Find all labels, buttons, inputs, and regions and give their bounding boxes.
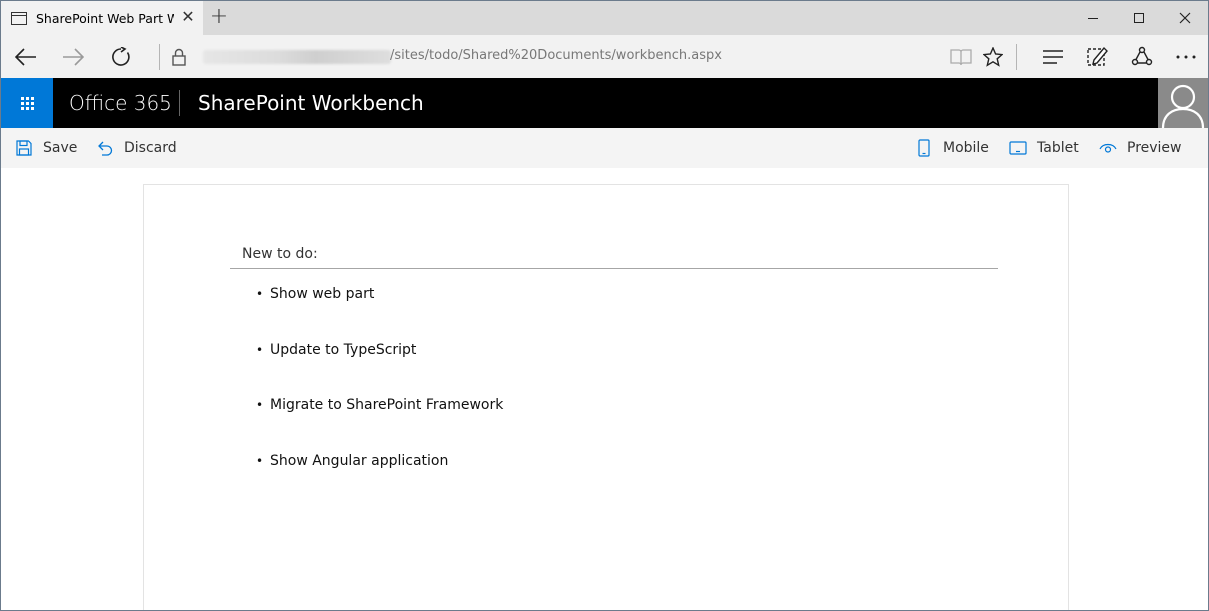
suite-brand[interactable]: Office 365 xyxy=(69,91,172,115)
site-title: SharePoint Workbench xyxy=(198,91,424,115)
forward-button[interactable] xyxy=(57,41,89,73)
close-tab-icon[interactable]: ✕ xyxy=(181,9,195,25)
list-item: Migrate to SharePoint Framework xyxy=(256,396,503,452)
app-launcher-icon[interactable] xyxy=(1,78,53,128)
tablet-icon xyxy=(1009,139,1027,157)
tablet-label: Tablet xyxy=(1037,140,1079,156)
list-item: Show Angular application xyxy=(256,452,503,508)
ellipsis-icon xyxy=(1176,55,1196,59)
book-icon xyxy=(950,49,972,66)
refresh-icon xyxy=(112,47,130,66)
suite-bar: Office 365 SharePoint Workbench xyxy=(1,78,1208,128)
maximize-icon xyxy=(1134,13,1144,23)
save-icon xyxy=(15,139,33,157)
divider xyxy=(1016,44,1017,70)
navigation-bar: /sites/todo/Shared%20Documents/workbench… xyxy=(1,35,1208,78)
forward-arrow-icon xyxy=(63,48,84,66)
new-todo-input-underline[interactable] xyxy=(230,268,998,269)
tablet-button[interactable]: Tablet xyxy=(1009,128,1079,168)
security-lock[interactable] xyxy=(163,41,195,73)
back-arrow-icon xyxy=(15,48,36,66)
minimize-icon xyxy=(1088,17,1098,19)
maximize-button[interactable] xyxy=(1116,1,1162,35)
mobile-button[interactable]: Mobile xyxy=(915,128,989,168)
new-todo-label: New to do: xyxy=(242,246,318,262)
save-label: Save xyxy=(43,140,78,156)
hub-button[interactable] xyxy=(1037,41,1069,73)
page-icon xyxy=(11,11,27,25)
browser-tab[interactable]: SharePoint Web Part Wo ✕ xyxy=(1,1,203,35)
workbench-canvas: New to do: Show web part Update to TypeS… xyxy=(143,184,1069,610)
hub-icon xyxy=(1043,50,1063,64)
web-note-button[interactable] xyxy=(1081,41,1113,73)
discard-button[interactable]: Discard xyxy=(96,128,177,168)
close-icon xyxy=(1179,12,1191,24)
undo-icon xyxy=(96,139,114,157)
new-tab-button[interactable]: + xyxy=(207,6,231,29)
mobile-label: Mobile xyxy=(943,140,989,156)
address-url[interactable]: /sites/todo/Shared%20Documents/workbench… xyxy=(390,48,722,63)
star-icon xyxy=(983,47,1003,67)
eye-icon xyxy=(1099,139,1117,157)
reading-view-button[interactable] xyxy=(945,41,977,73)
save-button[interactable]: Save xyxy=(15,128,77,168)
mobile-icon xyxy=(915,139,933,157)
todo-list: Show web part Update to TypeScript Migra… xyxy=(256,285,503,507)
tab-title: SharePoint Web Part Wo xyxy=(36,10,174,26)
command-bar: Save Discard Mobile Tablet Preview xyxy=(1,128,1208,168)
share-button[interactable] xyxy=(1126,41,1158,73)
share-icon xyxy=(1131,46,1153,66)
url-host-blurred xyxy=(203,50,391,64)
refresh-button[interactable] xyxy=(105,41,137,73)
divider xyxy=(179,90,180,116)
user-icon xyxy=(1161,84,1205,128)
favorites-button[interactable] xyxy=(977,41,1009,73)
preview-label: Preview xyxy=(1127,140,1182,156)
browser-window: SharePoint Web Part Wo ✕ + /sites/todo/S… xyxy=(0,0,1209,611)
list-item: Update to TypeScript xyxy=(256,341,503,397)
divider xyxy=(159,44,160,70)
tab-strip: SharePoint Web Part Wo ✕ + xyxy=(1,1,1208,35)
minimize-button[interactable] xyxy=(1070,1,1116,35)
avatar[interactable] xyxy=(1158,78,1208,128)
more-button[interactable] xyxy=(1170,41,1202,73)
lock-icon xyxy=(172,48,186,66)
back-button[interactable] xyxy=(10,41,42,73)
list-item: Show web part xyxy=(256,285,503,341)
preview-button[interactable]: Preview xyxy=(1099,128,1182,168)
pen-note-icon xyxy=(1087,46,1108,66)
close-window-button[interactable] xyxy=(1162,1,1208,35)
discard-label: Discard xyxy=(124,140,177,156)
